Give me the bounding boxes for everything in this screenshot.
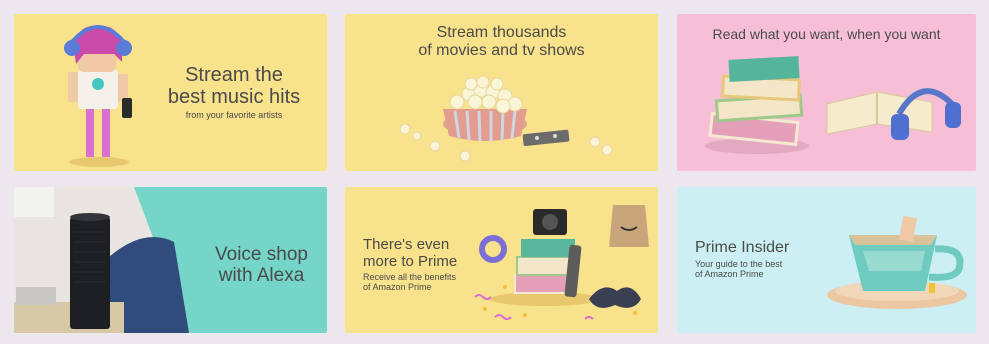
books-headphones-illustration <box>705 56 961 154</box>
promo-tile-reading[interactable]: Read what you want, when you want <box>677 14 976 171</box>
music-title-line-2: best music hits <box>167 86 301 108</box>
music-tile-text: Stream the best music hits from your fav… <box>164 64 304 120</box>
music-subtitle: from your favorite artists <box>185 110 283 120</box>
music-title-line-1: Stream the <box>185 64 283 86</box>
popcorn-bowl-illustration <box>399 75 613 162</box>
teacup-illustration <box>827 215 967 309</box>
alexa-title-line-1: Voice shop <box>215 244 308 265</box>
alexa-tile-text: Voice shop with Alexa <box>204 244 319 287</box>
promo-tile-prime-insider[interactable]: Prime Insider Your guide to the best of … <box>677 187 976 333</box>
alexa-title-line-2: with Alexa <box>218 264 305 286</box>
promo-tile-music[interactable]: Stream the best music hits from your fav… <box>14 14 327 171</box>
promo-tile-movies[interactable]: Stream thousands of movies and tv shows <box>345 14 658 171</box>
promo-tile-alexa[interactable]: Voice shop with Alexa <box>14 187 327 333</box>
promo-tile-prime[interactable]: There's even more to Prime Receive all t… <box>345 187 658 333</box>
prime-items-illustration <box>474 205 649 320</box>
